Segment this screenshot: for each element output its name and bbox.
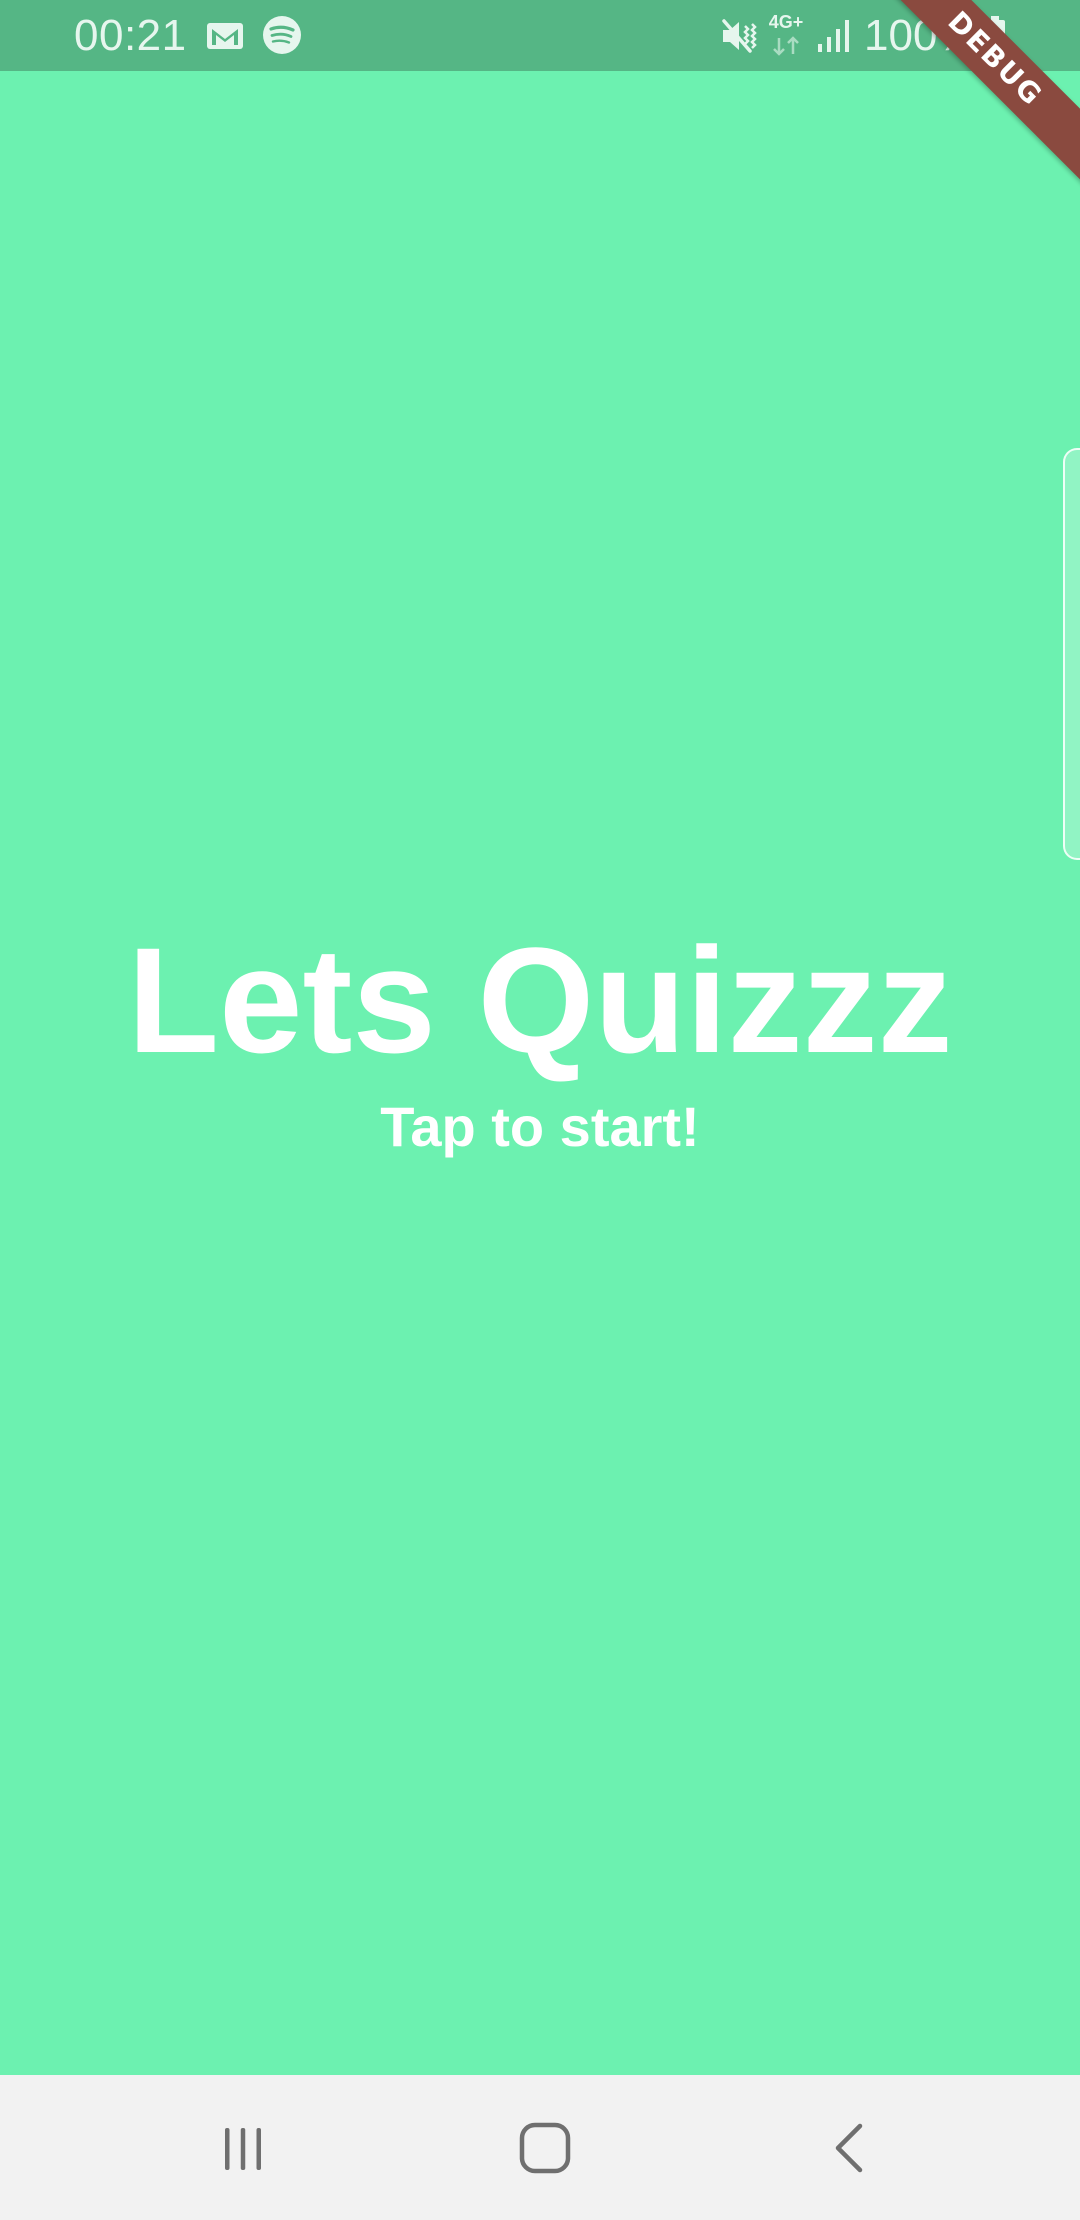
spotify-icon xyxy=(263,16,301,54)
navigation-bar xyxy=(0,2075,1080,2220)
edge-panel-handle[interactable] xyxy=(1063,448,1080,860)
app-title: Lets Quizzz xyxy=(127,916,953,1084)
gmail-icon xyxy=(207,23,243,49)
recents-icon xyxy=(225,2127,261,2170)
back-button[interactable] xyxy=(768,2075,928,2220)
back-icon xyxy=(835,2123,863,2172)
mute-icon xyxy=(722,19,757,53)
home-button[interactable] xyxy=(465,2075,625,2220)
data-arrows-icon xyxy=(773,36,799,56)
tap-to-start-label[interactable]: Tap to start! xyxy=(0,1092,1080,1162)
recents-button[interactable] xyxy=(163,2075,323,2220)
home-icon xyxy=(519,2122,571,2173)
signal-icon xyxy=(818,20,849,52)
status-time: 00:21 xyxy=(74,11,187,60)
quiz-start-screen[interactable]: 00:21 4G+ 100% DEBUG Lets Quizzz Tap to … xyxy=(0,0,1080,2220)
